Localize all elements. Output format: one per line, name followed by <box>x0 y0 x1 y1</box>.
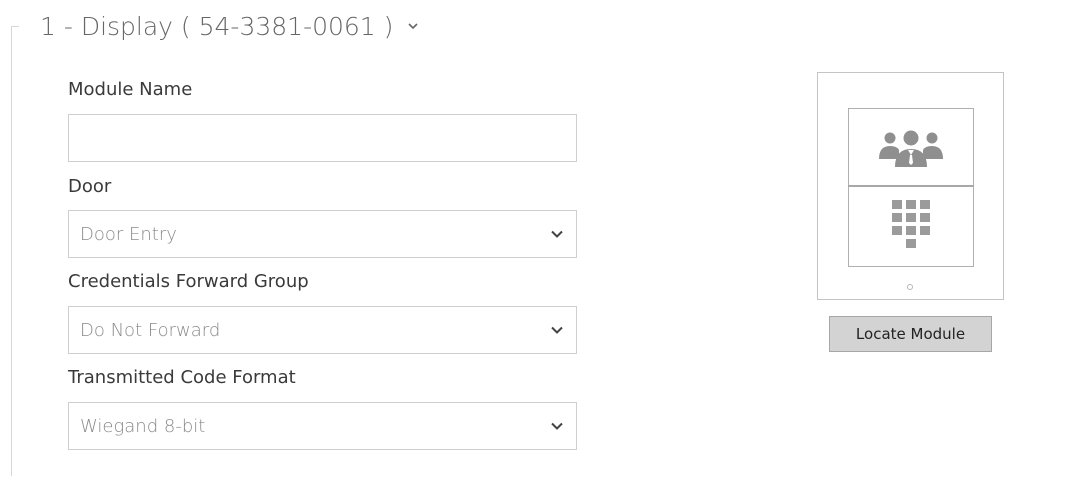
users-icon <box>879 130 943 167</box>
section-title: 1 - Display ( 54-3381-0061 ) <box>40 11 394 41</box>
door-select-value: Door Entry <box>80 223 177 245</box>
locate-module-button[interactable]: Locate Module <box>829 316 992 352</box>
credentials-forward-group-select[interactable]: Do Not Forward <box>68 306 577 354</box>
tree-connector-line <box>11 26 19 476</box>
door-select[interactable]: Door Entry <box>68 210 577 258</box>
chevron-down-icon <box>551 230 563 238</box>
status-led <box>907 284 913 290</box>
module-name-input[interactable] <box>68 114 577 162</box>
module-display-panel <box>848 108 974 186</box>
keypad-icon <box>892 199 930 248</box>
transmitted-code-format-label: Transmitted Code Format <box>68 367 296 388</box>
module-keypad-panel <box>848 187 974 267</box>
chevron-down-icon <box>551 326 563 334</box>
credentials-forward-group-label: Credentials Forward Group <box>68 271 309 292</box>
module-preview <box>817 72 1004 300</box>
section-header[interactable]: 1 - Display ( 54-3381-0061 ) <box>40 6 419 46</box>
credentials-forward-group-value: Do Not Forward <box>80 319 221 341</box>
module-name-label: Module Name <box>68 79 193 100</box>
chevron-down-icon <box>551 422 563 430</box>
door-label: Door <box>68 176 112 197</box>
transmitted-code-format-select[interactable]: Wiegand 8-bit <box>68 402 577 450</box>
chevron-down-icon[interactable] <box>407 20 419 32</box>
transmitted-code-format-value: Wiegand 8-bit <box>80 415 206 437</box>
